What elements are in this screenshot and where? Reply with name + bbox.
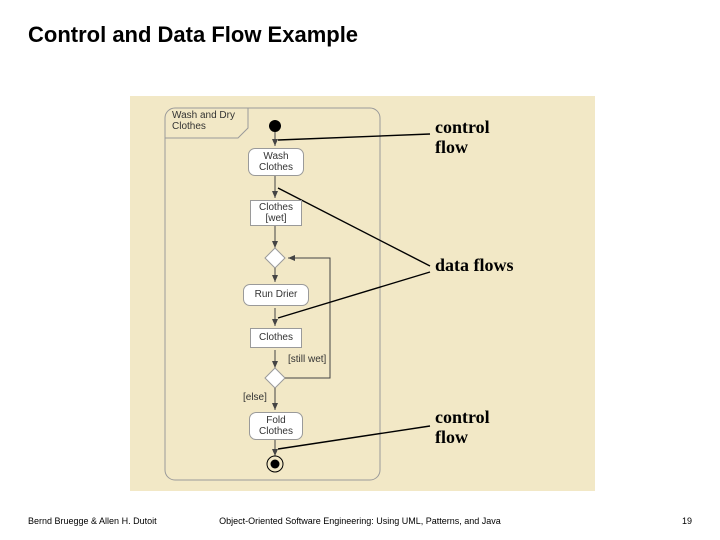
callout-control-flow-top: control flow bbox=[435, 118, 490, 158]
footer-page-number: 19 bbox=[682, 516, 692, 526]
callout-control-flow-bottom: control flow bbox=[435, 408, 490, 448]
callout-data-flows: data flows bbox=[435, 256, 514, 276]
diagram-svg bbox=[130, 96, 595, 491]
activity-fold-clothes: Fold Clothes bbox=[249, 412, 303, 440]
guard-still-wet: [still wet] bbox=[288, 354, 326, 365]
guard-else: [else] bbox=[243, 392, 267, 403]
frame-label: Wash and Dry Clothes bbox=[172, 110, 235, 132]
object-clothes-wet: Clothes [wet] bbox=[250, 200, 302, 226]
object-clothes: Clothes bbox=[250, 328, 302, 348]
footer-book-title: Object-Oriented Software Engineering: Us… bbox=[0, 516, 720, 526]
activity-run-drier: Run Drier bbox=[243, 284, 309, 306]
activity-wash-clothes: Wash Clothes bbox=[248, 148, 304, 176]
diagram-canvas: Wash and Dry Clothes Wash Clothes Clothe… bbox=[130, 96, 595, 491]
page-title: Control and Data Flow Example bbox=[28, 22, 358, 48]
